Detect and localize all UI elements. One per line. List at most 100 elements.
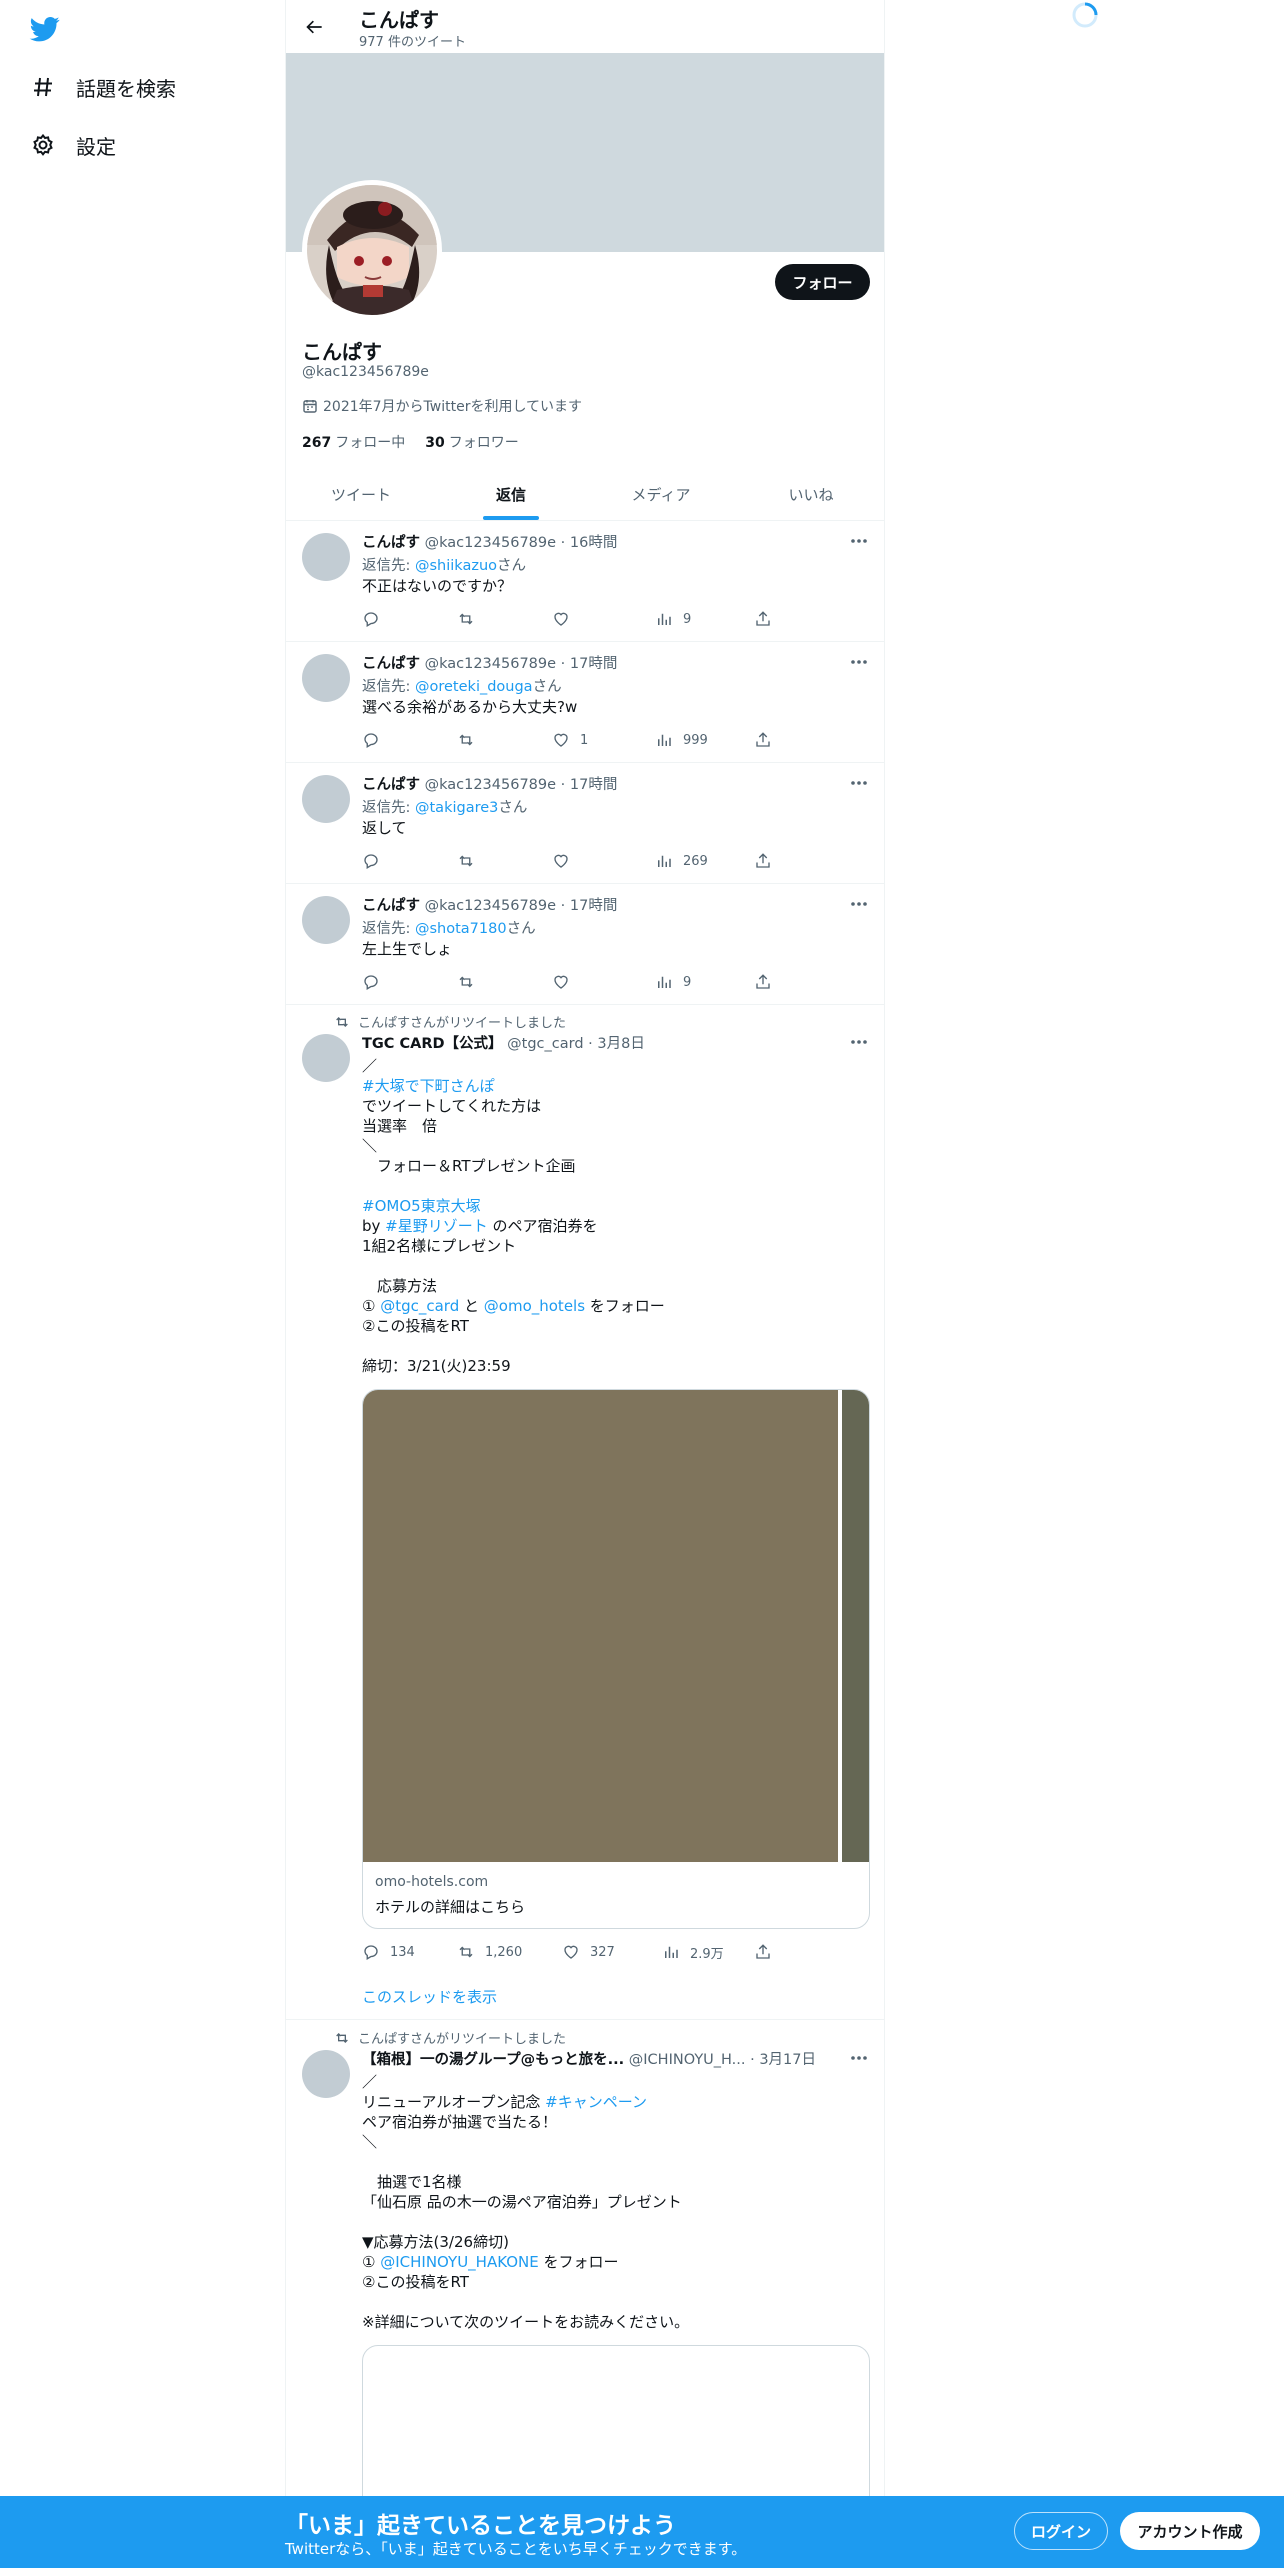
reply-button[interactable]: [362, 850, 390, 872]
tweet-line-part: by: [362, 1217, 386, 1235]
tweet-avatar[interactable]: [302, 654, 350, 702]
hashtag-link[interactable]: #キャンペーン: [545, 2093, 647, 2111]
views-button[interactable]: 269: [655, 850, 708, 872]
hashtag-link[interactable]: #星野リゾート: [385, 1217, 488, 1235]
tweet-meta[interactable]: @kac123456789e · 17時間: [425, 777, 618, 793]
retweet-icon: [336, 1016, 348, 1027]
views-button[interactable]: 999: [655, 729, 708, 751]
tab-media[interactable]: メディア: [586, 468, 736, 520]
show-thread-link[interactable]: このスレッドを表示: [362, 1986, 497, 2007]
like-button[interactable]: [552, 850, 580, 872]
views-button[interactable]: 9: [655, 971, 691, 993]
mention-link[interactable]: @ICHINOYU_HAKONE: [380, 2253, 539, 2271]
nav-item-explore[interactable]: 話題を検索: [30, 67, 176, 107]
views-button[interactable]: 2.9万: [662, 1941, 724, 1963]
like-button[interactable]: 327: [562, 1941, 615, 1963]
more-options-icon[interactable]: [848, 1032, 870, 1052]
share-button[interactable]: [754, 1941, 782, 1963]
reply-button[interactable]: [362, 608, 390, 630]
tweet-avatar[interactable]: [302, 896, 350, 944]
retweet-icon: [459, 855, 473, 867]
mention-link[interactable]: @shota7180: [415, 921, 507, 937]
tab-tweets[interactable]: ツイート: [286, 468, 436, 520]
share-button[interactable]: [754, 729, 782, 751]
nav-item-settings[interactable]: 設定: [30, 125, 116, 165]
profile-tabs: ツイート 返信 メディア いいね: [286, 468, 884, 521]
mention-link[interactable]: @tgc_card: [380, 1297, 459, 1315]
views-button[interactable]: 9: [655, 608, 691, 630]
more-options-icon[interactable]: [848, 773, 870, 793]
tweet-retweet-ichinoyu[interactable]: こんぱすさんがリツイートしました 【箱根】一の湯グループ@もっと旅を... @I…: [286, 2020, 884, 2500]
reply-button[interactable]: [362, 971, 390, 993]
following-link[interactable]: 267 フォロー中: [302, 432, 405, 452]
tweet-meta[interactable]: @tgc_card · 3月8日: [507, 1036, 645, 1052]
tweet-author[interactable]: こんぱす: [362, 535, 420, 551]
views-count: 999: [683, 732, 708, 748]
like-button[interactable]: 1: [552, 729, 588, 751]
tweet-reply[interactable]: こんぱす @kac123456789e · 17時間 返信先: @shota718…: [286, 884, 884, 1005]
tweet-meta[interactable]: @kac123456789e · 17時間: [425, 898, 618, 914]
follow-button[interactable]: フォロー: [775, 264, 870, 300]
profile-column: こんぱす 977 件のツイート フォロー こんぱす @kac123456789e…: [285, 0, 885, 2500]
mention-link[interactable]: @omo_hotels: [484, 1297, 585, 1315]
more-options-icon[interactable]: [848, 652, 870, 672]
share-button[interactable]: [754, 608, 782, 630]
reply-suffix: さん: [498, 800, 528, 816]
login-button[interactable]: ログイン: [1014, 2512, 1108, 2550]
mention-link[interactable]: @shiikazuo: [415, 558, 497, 574]
reply-prefix: 返信先:: [362, 558, 415, 574]
tweet-avatar[interactable]: [302, 775, 350, 823]
share-icon: [756, 974, 770, 989]
tweet-meta[interactable]: @kac123456789e · 16時間: [425, 535, 618, 551]
tweet-header: 【箱根】一の湯グループ@もっと旅を... @ICHINOYU_H... · 3月…: [362, 2048, 816, 2069]
hashtag-link[interactable]: #大塚で下町さんぽ: [362, 1076, 665, 1096]
left-nav: 話題を検索 設定: [0, 0, 285, 2500]
retweet-button[interactable]: [457, 608, 485, 630]
tweet-reply[interactable]: こんぱす @kac123456789e · 16時間 返信先: @shiikazu…: [286, 521, 884, 642]
retweet-button[interactable]: [457, 850, 485, 872]
twitter-logo-icon[interactable]: [28, 14, 62, 44]
retweet-button[interactable]: [457, 971, 485, 993]
tweet-line: ②この投稿をRT: [362, 2273, 469, 2291]
retweet-button[interactable]: [457, 729, 485, 751]
like-button[interactable]: [552, 608, 580, 630]
tweet-retweet-tgc[interactable]: こんぱすさんがリツイートしました TGC CARD【公式】 @tgc_card …: [286, 1004, 884, 2020]
link-card[interactable]: omo-hotels.com ホテルの詳細はこちら: [362, 1389, 870, 1929]
like-button[interactable]: [552, 971, 580, 993]
following-label: フォロー中: [335, 435, 406, 451]
tweet-meta[interactable]: @kac123456789e · 17時間: [425, 656, 618, 672]
quoted-tweet-card[interactable]: [362, 2345, 870, 2500]
share-button[interactable]: [754, 850, 782, 872]
tweet-reply[interactable]: こんぱす @kac123456789e · 17時間 返信先: @takigare…: [286, 763, 884, 884]
mention-link[interactable]: @oreteki_douga: [415, 679, 533, 695]
share-button[interactable]: [754, 971, 782, 993]
tweet-author[interactable]: こんぱす: [362, 656, 420, 672]
profile-avatar[interactable]: [302, 180, 442, 320]
followers-link[interactable]: 30 フォロワー: [425, 432, 518, 452]
media-image[interactable]: [363, 1390, 838, 1862]
signup-button[interactable]: アカウント作成: [1120, 2512, 1260, 2550]
tweet-author[interactable]: 【箱根】一の湯グループ@もっと旅を...: [362, 2052, 624, 2068]
tab-likes[interactable]: いいね: [736, 468, 884, 520]
tweet-author[interactable]: こんぱす: [362, 777, 420, 793]
more-options-icon[interactable]: [848, 531, 870, 551]
tweet-reply[interactable]: こんぱす @kac123456789e · 17時間 返信先: @oreteki_…: [286, 642, 884, 763]
signup-bottom-bar: 「いま」起きていることを見つけよう Twitterなら、「いま」起きていることを…: [0, 2496, 1284, 2568]
retweet-button[interactable]: 1,260: [457, 1941, 522, 1963]
media-image[interactable]: [842, 1390, 869, 1862]
tweet-author[interactable]: こんぱす: [362, 898, 420, 914]
reply-button[interactable]: 134: [362, 1941, 415, 1963]
tweet-avatar[interactable]: [302, 533, 350, 581]
back-arrow-icon[interactable]: [300, 12, 330, 42]
more-options-icon[interactable]: [848, 2048, 870, 2068]
tweet-avatar[interactable]: [302, 2050, 350, 2098]
reply-button[interactable]: [362, 729, 390, 751]
more-options-icon[interactable]: [848, 894, 870, 914]
tweet-avatar[interactable]: [302, 1034, 350, 1082]
mention-link[interactable]: @takigare3: [415, 800, 498, 816]
tab-replies[interactable]: 返信: [436, 468, 586, 520]
tweet-meta[interactable]: @ICHINOYU_H... · 3月17日: [629, 2052, 816, 2068]
hashtag-link[interactable]: #OMO5東京大塚: [362, 1196, 665, 1216]
tweet-line: 当選率 倍: [362, 1117, 438, 1135]
tweet-author[interactable]: TGC CARD【公式】: [362, 1036, 503, 1052]
